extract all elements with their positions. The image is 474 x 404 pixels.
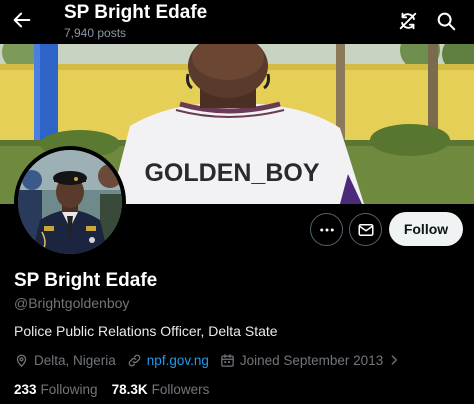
- back-button[interactable]: [8, 6, 36, 34]
- profile-bio: Police Public Relations Officer, Delta S…: [14, 323, 278, 339]
- link-icon: [128, 354, 141, 366]
- profile-handle: @Brightgoldenboy: [14, 295, 130, 311]
- profile-meta: Delta, Nigeria npf.gov.ng Joined Septemb…: [14, 351, 412, 369]
- followers-label: Followers: [151, 382, 210, 397]
- location-text: Delta, Nigeria: [34, 352, 116, 368]
- website-link[interactable]: npf.gov.ng: [147, 353, 209, 368]
- header-posts-count: 7,940 posts: [64, 26, 127, 40]
- avatar[interactable]: [14, 146, 126, 258]
- profile-name: SP Bright Edafe: [14, 270, 158, 291]
- joined-item[interactable]: Joined September 2013: [220, 353, 401, 368]
- banner-shirt-text: GOLDEN_BOY: [144, 159, 319, 187]
- refresh-button[interactable]: [394, 7, 422, 35]
- refresh-icon: [399, 12, 417, 30]
- chevron-right-icon: [391, 355, 398, 365]
- more-options-button[interactable]: [310, 213, 343, 246]
- location-item: Delta, Nigeria: [14, 353, 116, 368]
- arrow-left-icon: [13, 12, 31, 28]
- message-button[interactable]: [349, 213, 382, 246]
- profile-stats: 233 Following 78.3K Followers: [14, 382, 223, 397]
- followers-count: 78.3K: [111, 382, 148, 397]
- followers-stat[interactable]: 78.3K Followers: [112, 382, 210, 397]
- search-button[interactable]: [432, 7, 460, 35]
- following-count: 233: [14, 382, 37, 397]
- following-label: Following: [40, 382, 98, 397]
- top-bar: SP Bright Edafe 7,940 posts: [0, 0, 474, 44]
- joined-text: Joined September 2013: [239, 352, 384, 368]
- follow-button[interactable]: Follow: [389, 212, 463, 246]
- avatar-image: [18, 150, 122, 254]
- website-item[interactable]: npf.gov.ng: [127, 353, 209, 368]
- mail-icon: [358, 223, 373, 236]
- search-icon: [437, 12, 456, 31]
- header-title: SP Bright Edafe: [64, 2, 208, 23]
- calendar-icon: [221, 353, 234, 367]
- following-stat[interactable]: 233 Following: [14, 382, 98, 397]
- more-icon: [319, 228, 334, 231]
- location-pin-icon: [16, 354, 27, 367]
